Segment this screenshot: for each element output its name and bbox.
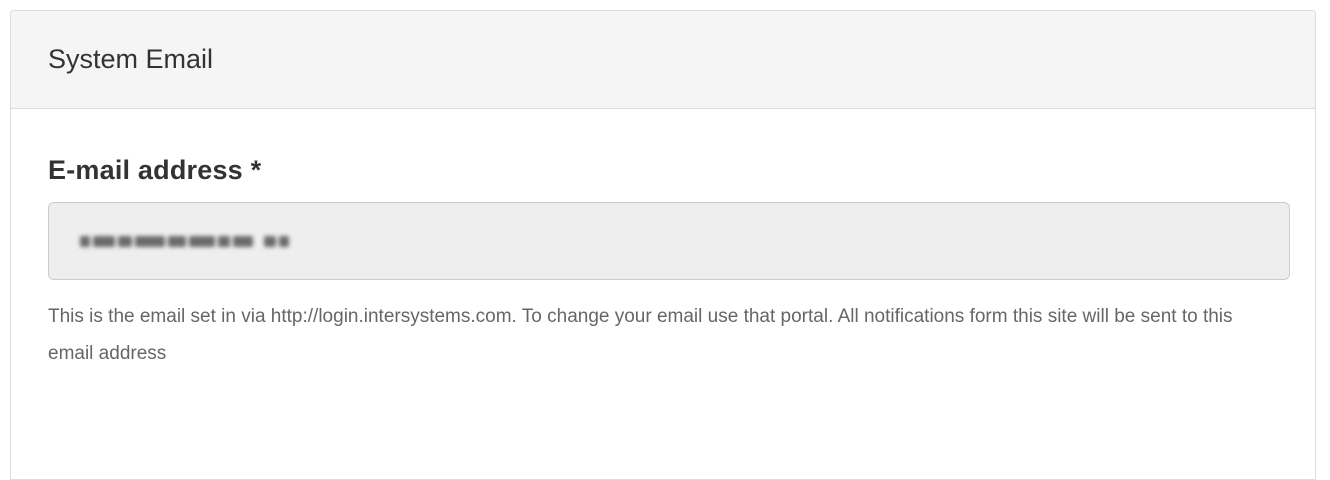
panel-heading: System Email xyxy=(11,11,1315,109)
panel-body: E-mail address * This is the email set i… xyxy=(11,109,1315,372)
email-input-wrapper xyxy=(48,202,1290,280)
email-field[interactable] xyxy=(48,202,1290,280)
email-label: E-mail address * xyxy=(48,155,262,185)
email-help-text: This is the email set in via http://logi… xyxy=(48,306,1233,364)
system-email-panel: System Email E-mail address * This is th… xyxy=(10,10,1316,480)
panel-title: System Email xyxy=(48,44,214,74)
